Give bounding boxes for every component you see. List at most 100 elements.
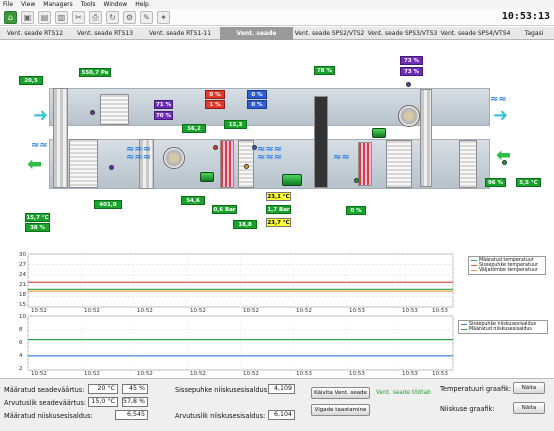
- hum-x-tick: 10:53: [296, 371, 312, 377]
- calc-moisture-label: Arvutuslik niiskusesisaldus:: [175, 412, 266, 420]
- hum-x-tick: 10:52: [137, 371, 153, 377]
- charts-panel: 30 27 24 21 18 15 10:52 10:52 10:52 10:5…: [0, 250, 554, 378]
- sensor-dot: [213, 145, 218, 150]
- damper-right-2: 73 %: [400, 67, 423, 76]
- supply-moisture-field: 4,109: [268, 384, 295, 394]
- legend-set-moisture: Määratud niiskusesisaldus: [469, 327, 532, 332]
- airflow-icon-5: ≈≈: [31, 140, 48, 151]
- calc-moisture-field: 6,104: [268, 410, 295, 420]
- tab-sps4-vts4[interactable]: Vent. seade SPS4/VTS4: [439, 27, 512, 40]
- menu-view[interactable]: View: [21, 1, 35, 8]
- temp-x-tick: 10:53: [432, 308, 448, 314]
- heat-recovery-coil-top: [100, 94, 129, 125]
- hum-x-tick: 10:52: [31, 371, 47, 377]
- sensor-dot: [109, 165, 114, 170]
- set-temp-field[interactable]: 20 °C: [88, 384, 118, 394]
- bottom-panel: Määratud seadeväärtus: 20 °C 45 % Arvutu…: [0, 378, 554, 431]
- tab-sps3-vts3[interactable]: Vent. seade SPS3/VTS3: [366, 27, 439, 40]
- exhaust-fan: [163, 147, 185, 169]
- humidity-graph-label: Niiskuse graafik:: [440, 405, 495, 413]
- temperature-graph-label: Temperatuuri graafik:: [440, 385, 512, 393]
- outlet-filter: [420, 89, 432, 187]
- heater-valve-2: 1 %: [205, 100, 225, 109]
- sensor-dot: [244, 164, 249, 169]
- legend-exhaust-temp: Väljatõmbe temperatuur: [479, 268, 538, 273]
- supply-humidity: 96 %: [485, 178, 506, 187]
- cooler-return: 23,7 °C: [266, 218, 291, 227]
- hum-x-tick: 10:53: [402, 371, 418, 377]
- cooler-valve-2: 0 %: [247, 100, 267, 109]
- edit-icon[interactable]: ✎: [140, 11, 153, 24]
- copy-icon[interactable]: ▤: [38, 11, 51, 24]
- cut-icon[interactable]: ✂: [72, 11, 85, 24]
- pressure-bar-1: 0,6 Bar: [212, 205, 237, 214]
- exhaust-temp: 15,7 °C: [25, 213, 50, 222]
- temp-y-tick: 15: [19, 302, 26, 308]
- tab-back[interactable]: Tagasi: [514, 27, 554, 40]
- menu-managers[interactable]: Managers: [43, 1, 72, 8]
- temp-x-tick: 10:53: [349, 308, 365, 314]
- damper-right-1: 73 %: [400, 56, 423, 65]
- inlet-filter: [53, 88, 68, 188]
- refresh-icon[interactable]: ↻: [106, 11, 119, 24]
- tab-rts13[interactable]: Vent. seade RTS13: [70, 27, 140, 40]
- temp-x-tick: 10:52: [31, 308, 47, 314]
- show-temperature-graph-button[interactable]: Näita: [513, 382, 545, 394]
- heat-recovery-right: [386, 140, 412, 188]
- tool-icon[interactable]: ✦: [157, 11, 170, 24]
- save-icon[interactable]: ▣: [21, 11, 34, 24]
- paste-icon[interactable]: ▥: [55, 11, 68, 24]
- supply-temp: 5,5 °C: [516, 178, 541, 187]
- outlet-arrow-icon: ➜: [493, 105, 509, 126]
- calc-humidity-field: 57,8 %: [122, 397, 148, 407]
- coil-right-percent: 0 %: [346, 206, 366, 215]
- cooler-pressure: 1,7 Bar: [266, 205, 291, 214]
- tab-rts1-11[interactable]: Vent. seade RTS1-11: [140, 27, 220, 40]
- reset-faults-button[interactable]: Vigade taastamine: [311, 404, 370, 416]
- airflow-icon-4: ≈≈: [490, 94, 507, 105]
- hum-y-tick: 2: [19, 366, 23, 372]
- home-icon[interactable]: ⌂: [4, 11, 17, 24]
- supply-fan-right: [398, 105, 420, 127]
- fan-motor: [200, 172, 214, 182]
- menu-bar: File View Managers Tools Window Help: [0, 0, 554, 9]
- tab-bar: Vent. seade RTS12 Vent. seade RTS13 Vent…: [0, 27, 554, 50]
- menu-tools[interactable]: Tools: [81, 1, 96, 8]
- ventilation-scheme: ≈≈≈ ≈≈≈ ≈≈≈ ≈≈≈ ≈≈ ≈≈ ≈≈ ➜ ⬅ ➜ ⬅ 20,5 °C 5…: [0, 41, 554, 247]
- set-humidity-field[interactable]: 45 %: [122, 384, 148, 394]
- settings-icon[interactable]: ⚙: [123, 11, 136, 24]
- temp-return: 54,6 °C: [181, 196, 205, 213]
- pressure-top: 550,7 Pa: [79, 68, 111, 77]
- hum-y-tick: 8: [19, 327, 23, 333]
- outdoor-temp: 20,5 °C: [19, 76, 43, 93]
- hum-x-tick: 10:53: [349, 371, 365, 377]
- show-humidity-graph-button[interactable]: Näita: [513, 402, 545, 414]
- hum-y-tick: 10: [19, 314, 26, 320]
- menu-window[interactable]: Window: [104, 1, 128, 8]
- tab-sps1-vts1[interactable]: Vent. seade SPS1/VTS1: [220, 27, 293, 50]
- fan-motor-right: [372, 128, 386, 138]
- temp-y-tick: 18: [19, 292, 26, 298]
- supply-fan-housing: [314, 96, 328, 188]
- temp-heat-out: 56,2 °C: [182, 124, 206, 141]
- temp-x-tick: 10:52: [84, 308, 100, 314]
- sensor-dot: [502, 160, 507, 165]
- hum-y-tick: 6: [19, 340, 23, 346]
- cooler-supply: 23,1 °C: [266, 192, 291, 201]
- hum-x-tick: 10:52: [243, 371, 259, 377]
- pressure-bottom: 401,0 Pa: [94, 200, 122, 217]
- exhaust-arrow-icon: ⬅: [27, 154, 43, 175]
- tab-rts12[interactable]: Vent. seade RTS12: [0, 27, 70, 40]
- temp-x-tick: 10:53: [402, 308, 418, 314]
- tab-sps2-vts2[interactable]: Vent. seade SPS2/VTS2: [293, 27, 366, 40]
- menu-help[interactable]: Help: [135, 1, 149, 8]
- temp-x-tick: 10:52: [296, 308, 312, 314]
- print-icon[interactable]: ⎙: [89, 11, 102, 24]
- temp-supply-coil: 18,8 °C: [233, 220, 257, 237]
- start-ventilation-button[interactable]: Käivita Vent. seade: [311, 387, 370, 399]
- menu-file[interactable]: File: [3, 1, 13, 8]
- airflow-icon-2: ≈≈≈ ≈≈≈: [257, 144, 283, 163]
- cooler-valve-1: 0 %: [247, 90, 267, 99]
- hum-y-tick: 4: [19, 353, 23, 359]
- hum-x-tick: 10:52: [84, 371, 100, 377]
